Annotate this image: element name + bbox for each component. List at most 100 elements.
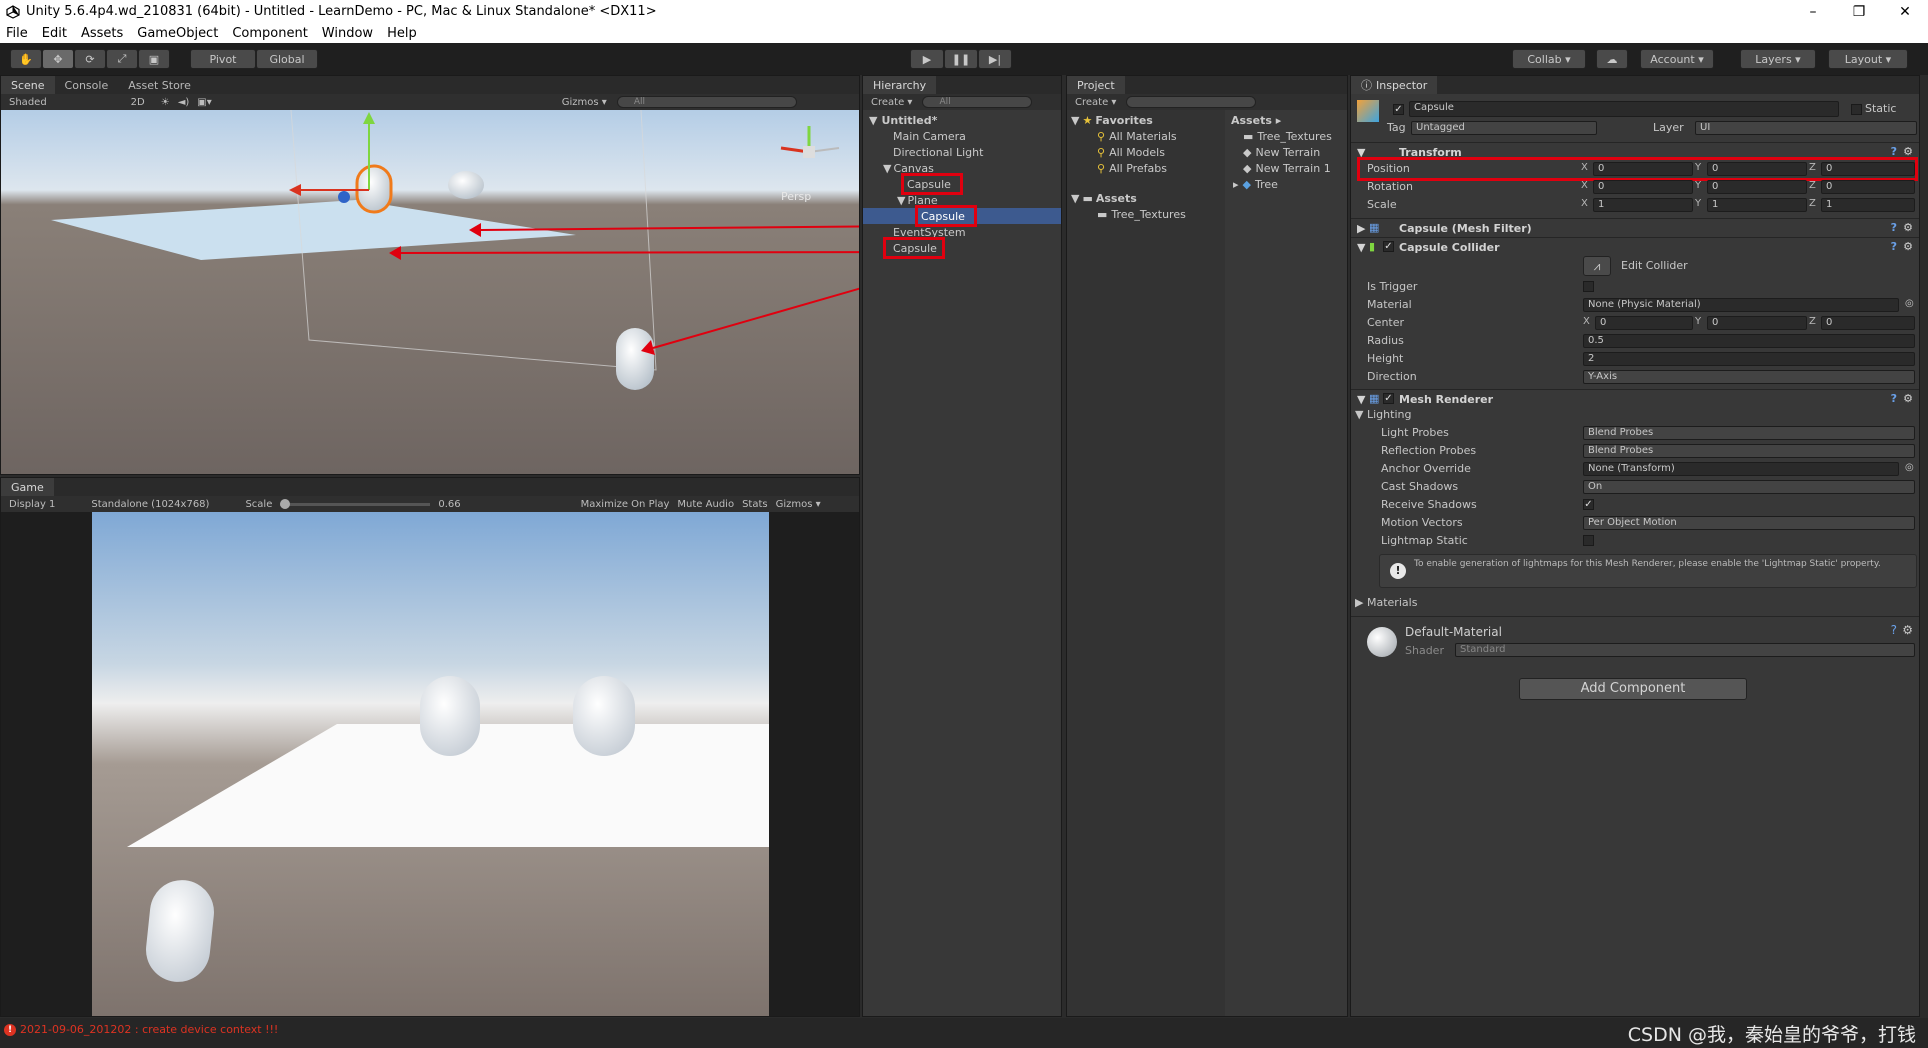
tab-asset-store[interactable]: Asset Store (118, 76, 201, 94)
hierarchy-scene-root[interactable]: ▼ Untitled* (869, 112, 937, 128)
menu-help[interactable]: Help (387, 26, 417, 41)
object-name-input[interactable]: Capsule (1409, 101, 1839, 117)
edit-collider-button[interactable]: ⩘ (1583, 256, 1611, 276)
assets-folder-tree-textures[interactable]: ▬ Tree_Textures (1097, 206, 1186, 222)
asset-item[interactable]: ▬ Tree_Textures (1243, 128, 1332, 144)
scene-gizmos-dropdown[interactable]: Gizmos ▾ (562, 97, 607, 108)
layout-dropdown[interactable]: Layout ▾ (1828, 49, 1908, 69)
anchor-override-field[interactable]: None (Transform) (1583, 462, 1899, 476)
pause-button[interactable]: ❚❚ (944, 49, 978, 69)
minimize-button[interactable]: – (1790, 0, 1836, 23)
receive-shadows-checkbox[interactable]: ✓ (1583, 499, 1594, 510)
motion-vectors-dropdown[interactable]: Per Object Motion (1583, 516, 1915, 530)
hierarchy-item-directional-light[interactable]: Directional Light (893, 144, 983, 160)
shader-dropdown[interactable]: Standard (1455, 643, 1915, 657)
hand-tool-icon[interactable]: ✋ (10, 49, 42, 69)
asset-item[interactable]: ◆ New Terrain (1243, 144, 1320, 160)
object-picker-icon[interactable]: ◎ (1905, 462, 1914, 473)
add-component-button[interactable]: Add Component (1519, 678, 1747, 700)
tab-hierarchy[interactable]: Hierarchy (863, 76, 937, 94)
collider-material-field[interactable]: None (Physic Material) (1583, 298, 1899, 312)
global-toggle[interactable]: Global (256, 49, 318, 69)
game-gizmos-dropdown[interactable]: Gizmos ▾ (776, 499, 821, 510)
effects-toggle-icon[interactable]: ▣▾ (197, 97, 211, 108)
gear-icon[interactable]: ⚙ (1903, 221, 1913, 234)
close-button[interactable]: ✕ (1882, 0, 1928, 23)
tab-console[interactable]: Console (55, 76, 119, 94)
rect-tool-icon[interactable]: ▣ (138, 49, 170, 69)
scene-view[interactable]: Persp (1, 110, 859, 474)
tag-dropdown[interactable]: Untagged (1411, 121, 1597, 135)
tab-scene[interactable]: Scene (1, 76, 55, 94)
renderer-enabled-checkbox[interactable]: ✓ (1383, 393, 1394, 404)
display-dropdown[interactable]: Display 1 (9, 499, 55, 510)
move-tool-icon[interactable]: ✥ (42, 49, 74, 69)
tab-project[interactable]: Project (1067, 76, 1125, 94)
collider-direction-dropdown[interactable]: Y-Axis (1583, 370, 1915, 384)
asset-item[interactable]: ▸ ◆ Tree (1233, 176, 1278, 192)
asset-item[interactable]: ◆ New Terrain 1 (1243, 160, 1331, 176)
tab-inspector[interactable]: ⓘ Inspector (1351, 76, 1438, 94)
collider-radius-input[interactable]: 0.5 (1583, 334, 1915, 348)
scale-x-input[interactable]: 1 (1593, 198, 1693, 212)
favorite-all-prefabs[interactable]: ⚲ All Prefabs (1097, 160, 1167, 176)
scale-y-input[interactable]: 1 (1707, 198, 1807, 212)
favorite-all-models[interactable]: ⚲ All Models (1097, 144, 1165, 160)
rotation-x-input[interactable]: 0 (1593, 180, 1693, 194)
static-checkbox[interactable] (1851, 104, 1862, 115)
audio-toggle-icon[interactable]: ◄) (178, 97, 190, 108)
rotate-tool-icon[interactable]: ⟳ (74, 49, 106, 69)
scene-search-input[interactable]: All (616, 96, 797, 108)
capsule-collider-header[interactable]: ▼ ▮ ✓ Capsule Collider? ⚙ (1351, 237, 1919, 256)
cloud-icon[interactable]: ☁ (1596, 49, 1628, 69)
hierarchy-create-dropdown[interactable]: Create ▾ (871, 97, 912, 108)
hierarchy-item-main-camera[interactable]: Main Camera (893, 128, 966, 144)
lighting-foldout[interactable]: ▼ Lighting (1351, 406, 1919, 424)
rotation-y-input[interactable]: 0 (1707, 180, 1807, 194)
favorites-header[interactable]: ▼ ★ Favorites (1071, 112, 1153, 128)
menu-window[interactable]: Window (322, 26, 373, 41)
mute-audio-toggle[interactable]: Mute Audio (677, 499, 734, 510)
menu-gameobject[interactable]: GameObject (137, 26, 218, 41)
menu-file[interactable]: File (6, 26, 28, 41)
maximize-button[interactable]: ❐ (1836, 0, 1882, 23)
scale-tool-icon[interactable]: ⤢ (106, 49, 138, 69)
center-y-input[interactable]: 0 (1707, 316, 1807, 330)
lightmap-static-checkbox[interactable] (1583, 535, 1594, 546)
collider-enabled-checkbox[interactable]: ✓ (1383, 241, 1394, 252)
favorite-all-materials[interactable]: ⚲ All Materials (1097, 128, 1177, 144)
layers-dropdown[interactable]: Layers ▾ (1740, 49, 1816, 69)
center-z-input[interactable]: 0 (1821, 316, 1915, 330)
tab-game[interactable]: Game (1, 478, 54, 496)
help-icon[interactable]: ? (1891, 240, 1897, 253)
reflection-probes-dropdown[interactable]: Blend Probes (1583, 444, 1915, 458)
help-icon[interactable]: ? (1891, 221, 1897, 234)
materials-foldout[interactable]: ▶ Materials (1351, 594, 1919, 612)
stats-toggle[interactable]: Stats (742, 499, 768, 510)
lighting-toggle-icon[interactable]: ☀ (161, 97, 170, 108)
maximize-on-play-toggle[interactable]: Maximize On Play (581, 499, 670, 510)
mesh-filter-header[interactable]: ▶ ▦ Capsule (Mesh Filter)? ⚙ (1351, 218, 1919, 237)
account-dropdown[interactable]: Account ▾ (1640, 49, 1714, 69)
game-view[interactable] (92, 512, 769, 1016)
object-picker-icon[interactable]: ◎ (1905, 298, 1914, 309)
help-icon[interactable]: ? (1891, 623, 1897, 637)
hierarchy-search-input[interactable]: All (922, 96, 1033, 108)
project-breadcrumb[interactable]: Assets ▸ (1231, 112, 1281, 128)
project-search-input[interactable] (1126, 96, 1257, 108)
help-icon[interactable]: ? (1891, 392, 1897, 405)
pivot-toggle[interactable]: Pivot (190, 49, 256, 69)
gear-icon[interactable]: ⚙ (1902, 623, 1913, 637)
project-create-dropdown[interactable]: Create ▾ (1075, 97, 1116, 108)
scale-slider[interactable] (280, 498, 431, 509)
collab-dropdown[interactable]: Collab ▾ (1512, 49, 1586, 69)
menu-edit[interactable]: Edit (42, 26, 67, 41)
toggle-2d[interactable]: 2D (131, 97, 145, 108)
collider-height-input[interactable]: 2 (1583, 352, 1915, 366)
layer-dropdown[interactable]: UI (1695, 121, 1917, 135)
center-x-input[interactable]: 0 (1595, 316, 1693, 330)
active-checkbox[interactable]: ✓ (1393, 104, 1404, 115)
step-button[interactable]: ▶| (978, 49, 1012, 69)
cast-shadows-dropdown[interactable]: On (1583, 480, 1915, 494)
is-trigger-checkbox[interactable] (1583, 281, 1594, 292)
